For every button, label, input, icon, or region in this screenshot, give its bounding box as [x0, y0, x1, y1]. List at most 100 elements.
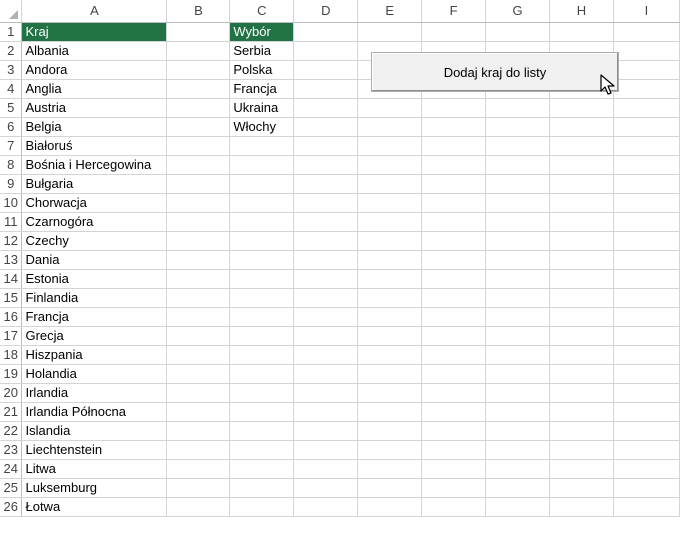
cell-b5[interactable] — [166, 98, 231, 118]
column-header-g[interactable]: G — [485, 0, 551, 23]
cell-a26[interactable]: Łotwa — [21, 497, 168, 517]
row-header[interactable]: 2 — [0, 41, 23, 61]
row-header[interactable]: 26 — [0, 497, 23, 517]
cell-d19[interactable] — [293, 364, 359, 384]
cell-i21[interactable] — [613, 402, 680, 422]
cell-g19[interactable] — [485, 364, 551, 384]
cell-a17[interactable]: Grecja — [21, 326, 168, 346]
cell-e15[interactable] — [357, 288, 423, 308]
cell-g21[interactable] — [485, 402, 551, 422]
cell-e9[interactable] — [357, 174, 423, 194]
cell-a18[interactable]: Hiszpania — [21, 345, 168, 365]
cell-d21[interactable] — [293, 402, 359, 422]
cell-d22[interactable] — [293, 421, 359, 441]
cell-e10[interactable] — [357, 193, 423, 213]
cell-i24[interactable] — [613, 459, 680, 479]
cell-i13[interactable] — [613, 250, 680, 270]
cell-h19[interactable] — [549, 364, 614, 384]
cell-c5[interactable]: Ukraina — [229, 98, 295, 118]
cell-g5[interactable] — [485, 98, 551, 118]
row-header[interactable]: 16 — [0, 307, 23, 327]
cell-i10[interactable] — [613, 193, 680, 213]
cell-a15[interactable]: Finlandia — [21, 288, 168, 308]
cell-c6[interactable]: Włochy — [229, 117, 295, 137]
cell-i5[interactable] — [613, 98, 680, 118]
cell-b20[interactable] — [166, 383, 231, 403]
row-header[interactable]: 17 — [0, 326, 23, 346]
column-header-d[interactable]: D — [293, 0, 359, 23]
cell-b12[interactable] — [166, 231, 231, 251]
cell-h8[interactable] — [549, 155, 614, 175]
cell-a12[interactable]: Czechy — [21, 231, 168, 251]
cell-d24[interactable] — [293, 459, 359, 479]
cell-d9[interactable] — [293, 174, 359, 194]
cell-i12[interactable] — [613, 231, 680, 251]
cell-g7[interactable] — [485, 136, 551, 156]
cell-c10[interactable] — [229, 193, 295, 213]
cell-b8[interactable] — [166, 155, 231, 175]
cell-d25[interactable] — [293, 478, 359, 498]
cell-c20[interactable] — [229, 383, 295, 403]
cell-b23[interactable] — [166, 440, 231, 460]
cell-h12[interactable] — [549, 231, 614, 251]
row-header[interactable]: 8 — [0, 155, 23, 175]
cell-b9[interactable] — [166, 174, 231, 194]
cell-e11[interactable] — [357, 212, 423, 232]
cell-c11[interactable] — [229, 212, 295, 232]
cell-e13[interactable] — [357, 250, 423, 270]
cell-i18[interactable] — [613, 345, 680, 365]
cell-g15[interactable] — [485, 288, 551, 308]
cell-b19[interactable] — [166, 364, 231, 384]
cell-d1[interactable] — [293, 22, 359, 42]
cell-b2[interactable] — [166, 41, 231, 61]
cell-h15[interactable] — [549, 288, 614, 308]
column-header-b[interactable]: B — [166, 0, 231, 23]
cell-b24[interactable] — [166, 459, 231, 479]
row-header[interactable]: 18 — [0, 345, 23, 365]
cell-e16[interactable] — [357, 307, 423, 327]
cell-c3[interactable]: Polska — [229, 60, 295, 80]
cell-d11[interactable] — [293, 212, 359, 232]
cell-b10[interactable] — [166, 193, 231, 213]
cell-h6[interactable] — [549, 117, 614, 137]
cell-e24[interactable] — [357, 459, 423, 479]
cell-a24[interactable]: Litwa — [21, 459, 168, 479]
cell-d26[interactable] — [293, 497, 359, 517]
cell-f5[interactable] — [421, 98, 487, 118]
cell-h9[interactable] — [549, 174, 614, 194]
row-header[interactable]: 15 — [0, 288, 23, 308]
cell-a8[interactable]: Bośnia i Hercegowina — [21, 155, 168, 175]
cell-f16[interactable] — [421, 307, 487, 327]
cell-e6[interactable] — [357, 117, 423, 137]
cell-b25[interactable] — [166, 478, 231, 498]
add-country-button[interactable]: Dodaj kraj do listy — [371, 52, 619, 92]
cell-e19[interactable] — [357, 364, 423, 384]
cell-g22[interactable] — [485, 421, 551, 441]
cell-a10[interactable]: Chorwacja — [21, 193, 168, 213]
cell-c9[interactable] — [229, 174, 295, 194]
cell-c4[interactable]: Francja — [229, 79, 295, 99]
cell-e26[interactable] — [357, 497, 423, 517]
cell-h25[interactable] — [549, 478, 614, 498]
cell-h5[interactable] — [549, 98, 614, 118]
cell-f21[interactable] — [421, 402, 487, 422]
cell-g12[interactable] — [485, 231, 551, 251]
cell-b16[interactable] — [166, 307, 231, 327]
cell-f14[interactable] — [421, 269, 487, 289]
cell-c18[interactable] — [229, 345, 295, 365]
cell-h13[interactable] — [549, 250, 614, 270]
cell-d13[interactable] — [293, 250, 359, 270]
cell-d23[interactable] — [293, 440, 359, 460]
cell-b22[interactable] — [166, 421, 231, 441]
cell-e20[interactable] — [357, 383, 423, 403]
cell-a11[interactable]: Czarnogóra — [21, 212, 168, 232]
column-header-f[interactable]: F — [421, 0, 487, 23]
cell-f18[interactable] — [421, 345, 487, 365]
cell-i20[interactable] — [613, 383, 680, 403]
cell-e21[interactable] — [357, 402, 423, 422]
cell-e8[interactable] — [357, 155, 423, 175]
cell-h16[interactable] — [549, 307, 614, 327]
cell-c12[interactable] — [229, 231, 295, 251]
cell-g26[interactable] — [485, 497, 551, 517]
cell-h10[interactable] — [549, 193, 614, 213]
